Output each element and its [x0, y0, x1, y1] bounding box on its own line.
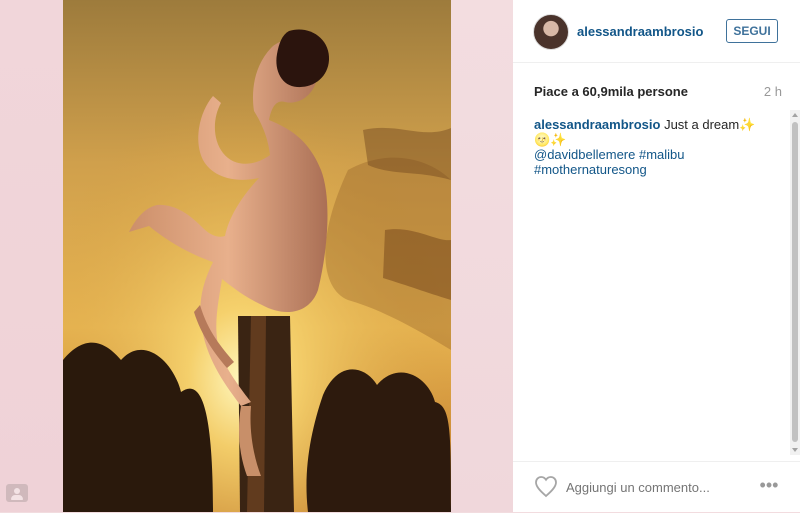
comment-input[interactable] [566, 478, 736, 496]
avatar[interactable] [533, 14, 569, 50]
likes-count[interactable]: Piace a 60,9mila persone [534, 84, 688, 99]
follow-button[interactable]: SEGUI [726, 19, 778, 43]
scroll-thumb[interactable] [792, 122, 798, 442]
scroll-down-icon[interactable] [792, 448, 798, 452]
post-time: 2 h [763, 84, 782, 99]
username-link[interactable]: alessandraambrosio [577, 24, 703, 39]
sunset-photo-art [63, 0, 451, 512]
caption-hashtag-malibu[interactable]: #malibu [639, 147, 685, 162]
post-photo[interactable] [63, 0, 451, 512]
caption-scrollbar[interactable] [790, 110, 800, 455]
left-backdrop [0, 0, 63, 512]
post-header: alessandraambrosio SEGUI [513, 0, 800, 63]
right-backdrop [451, 0, 513, 512]
ellipsis-icon[interactable]: ••• [758, 474, 780, 496]
post-sidebar: alessandraambrosio SEGUI Piace a 60,9mil… [513, 0, 800, 512]
caption-hashtag-mothernaturesong[interactable]: #mothernaturesong [534, 162, 647, 177]
post-caption: alessandraambrosio Just a dream✨🌝✨ @davi… [534, 117, 766, 177]
caption-username[interactable]: alessandraambrosio [534, 117, 660, 132]
post-actions: ••• [513, 461, 800, 513]
scroll-up-icon[interactable] [792, 113, 798, 117]
heart-icon[interactable] [533, 474, 559, 498]
caption-mention[interactable]: @davidbellemere [534, 147, 635, 162]
account-icon[interactable] [6, 484, 28, 502]
